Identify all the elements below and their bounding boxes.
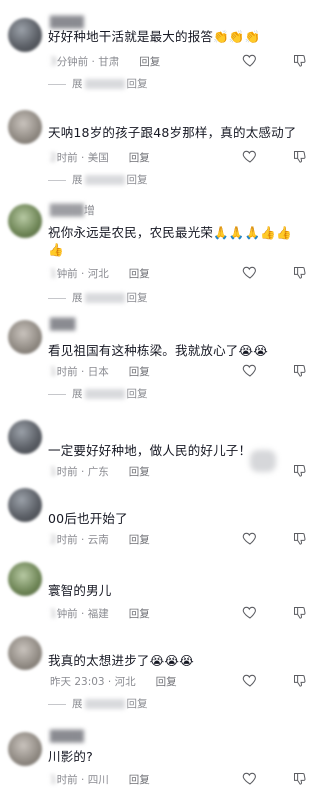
- expand-replies-button[interactable]: 展回复: [48, 696, 148, 711]
- like-heart-icon[interactable]: [242, 604, 258, 620]
- dislike-icon[interactable]: [292, 363, 307, 378]
- dislike-icon[interactable]: [292, 53, 307, 68]
- comment-meta: 3分钟前 · 甘肃 回复: [50, 56, 161, 68]
- username[interactable]: ████增: [50, 202, 110, 217]
- comment-meta: 2时前 · 美国 回复: [50, 152, 150, 164]
- like-heart-icon[interactable]: [242, 264, 258, 280]
- comment-feed: ████ 好好种地干活就是最大的报答👏👏👏 3分钟前 · 甘肃 回复 展回复 天呐…: [0, 0, 323, 800]
- reply-button[interactable]: 回复: [129, 466, 150, 478]
- comment-text: 寰智的男儿: [48, 583, 112, 598]
- reply-button[interactable]: 回复: [129, 774, 150, 786]
- avatar[interactable]: [8, 204, 42, 238]
- dislike-icon[interactable]: [292, 531, 307, 546]
- dislike-icon[interactable]: [292, 605, 307, 620]
- dislike-icon[interactable]: [292, 463, 307, 478]
- comment-meta: 昨天 23:03 · 河北 回复: [50, 676, 177, 688]
- username[interactable]: ███: [50, 318, 100, 331]
- comment-text: 川影的?: [48, 749, 93, 764]
- blurred-region: [250, 450, 276, 472]
- dislike-icon[interactable]: [292, 673, 307, 688]
- comment-meta: 1时前 · 四川 回复: [50, 774, 150, 786]
- username[interactable]: ████: [50, 730, 110, 743]
- like-heart-icon[interactable]: [242, 770, 258, 786]
- like-heart-icon[interactable]: [242, 672, 258, 688]
- avatar[interactable]: [8, 636, 42, 670]
- comment-meta: 1钟前 · 河北 回复: [50, 268, 150, 280]
- avatar[interactable]: [8, 420, 42, 454]
- comment-text: 看见祖国有这种栋梁。我就放心了😭😭: [48, 343, 269, 358]
- comment-meta: 1钟前 · 福建 回复: [50, 608, 150, 620]
- avatar[interactable]: [8, 320, 42, 354]
- comment-text: 好好种地干活就是最大的报答👏👏👏: [48, 29, 261, 44]
- expand-replies-button[interactable]: 展回复: [48, 172, 148, 187]
- like-heart-icon[interactable]: [242, 362, 258, 378]
- expand-replies-button[interactable]: 展回复: [48, 386, 148, 401]
- reply-button[interactable]: 回复: [129, 534, 150, 546]
- comment-text: 祝你永远是农民，农民最光荣🙏🙏🙏👍👍 👍: [48, 225, 292, 257]
- avatar[interactable]: [8, 488, 42, 522]
- like-heart-icon[interactable]: [242, 148, 258, 164]
- reply-button[interactable]: 回复: [129, 608, 150, 620]
- reply-button[interactable]: 回复: [129, 152, 150, 164]
- reply-button[interactable]: 回复: [129, 366, 150, 378]
- like-heart-icon[interactable]: [242, 530, 258, 546]
- comment-meta: 2时前 · 云南 回复: [50, 534, 150, 546]
- avatar[interactable]: [8, 110, 42, 144]
- like-heart-icon[interactable]: [242, 52, 258, 68]
- comment-text: 我真的太想进步了😭😭😭: [48, 653, 195, 668]
- avatar[interactable]: [8, 732, 42, 766]
- expand-replies-button[interactable]: 展回复: [48, 290, 148, 305]
- dislike-icon[interactable]: [292, 149, 307, 164]
- reply-button[interactable]: 回复: [156, 676, 177, 688]
- comment-meta: 1时前 · 广东 回复: [50, 466, 150, 478]
- avatar[interactable]: [8, 562, 42, 596]
- username[interactable]: ████: [50, 16, 110, 29]
- expand-replies-button[interactable]: 展回复: [48, 76, 148, 91]
- comment-meta: 1时前 · 日本 回复: [50, 366, 150, 378]
- reply-button[interactable]: 回复: [139, 56, 160, 68]
- comment-text: 00后也开始了: [48, 511, 128, 526]
- comment-text: 天呐18岁的孩子跟48岁那样，真的太感动了: [48, 125, 297, 140]
- avatar[interactable]: [8, 18, 42, 52]
- dislike-icon[interactable]: [292, 265, 307, 280]
- dislike-icon[interactable]: [292, 771, 307, 786]
- reply-button[interactable]: 回复: [129, 268, 150, 280]
